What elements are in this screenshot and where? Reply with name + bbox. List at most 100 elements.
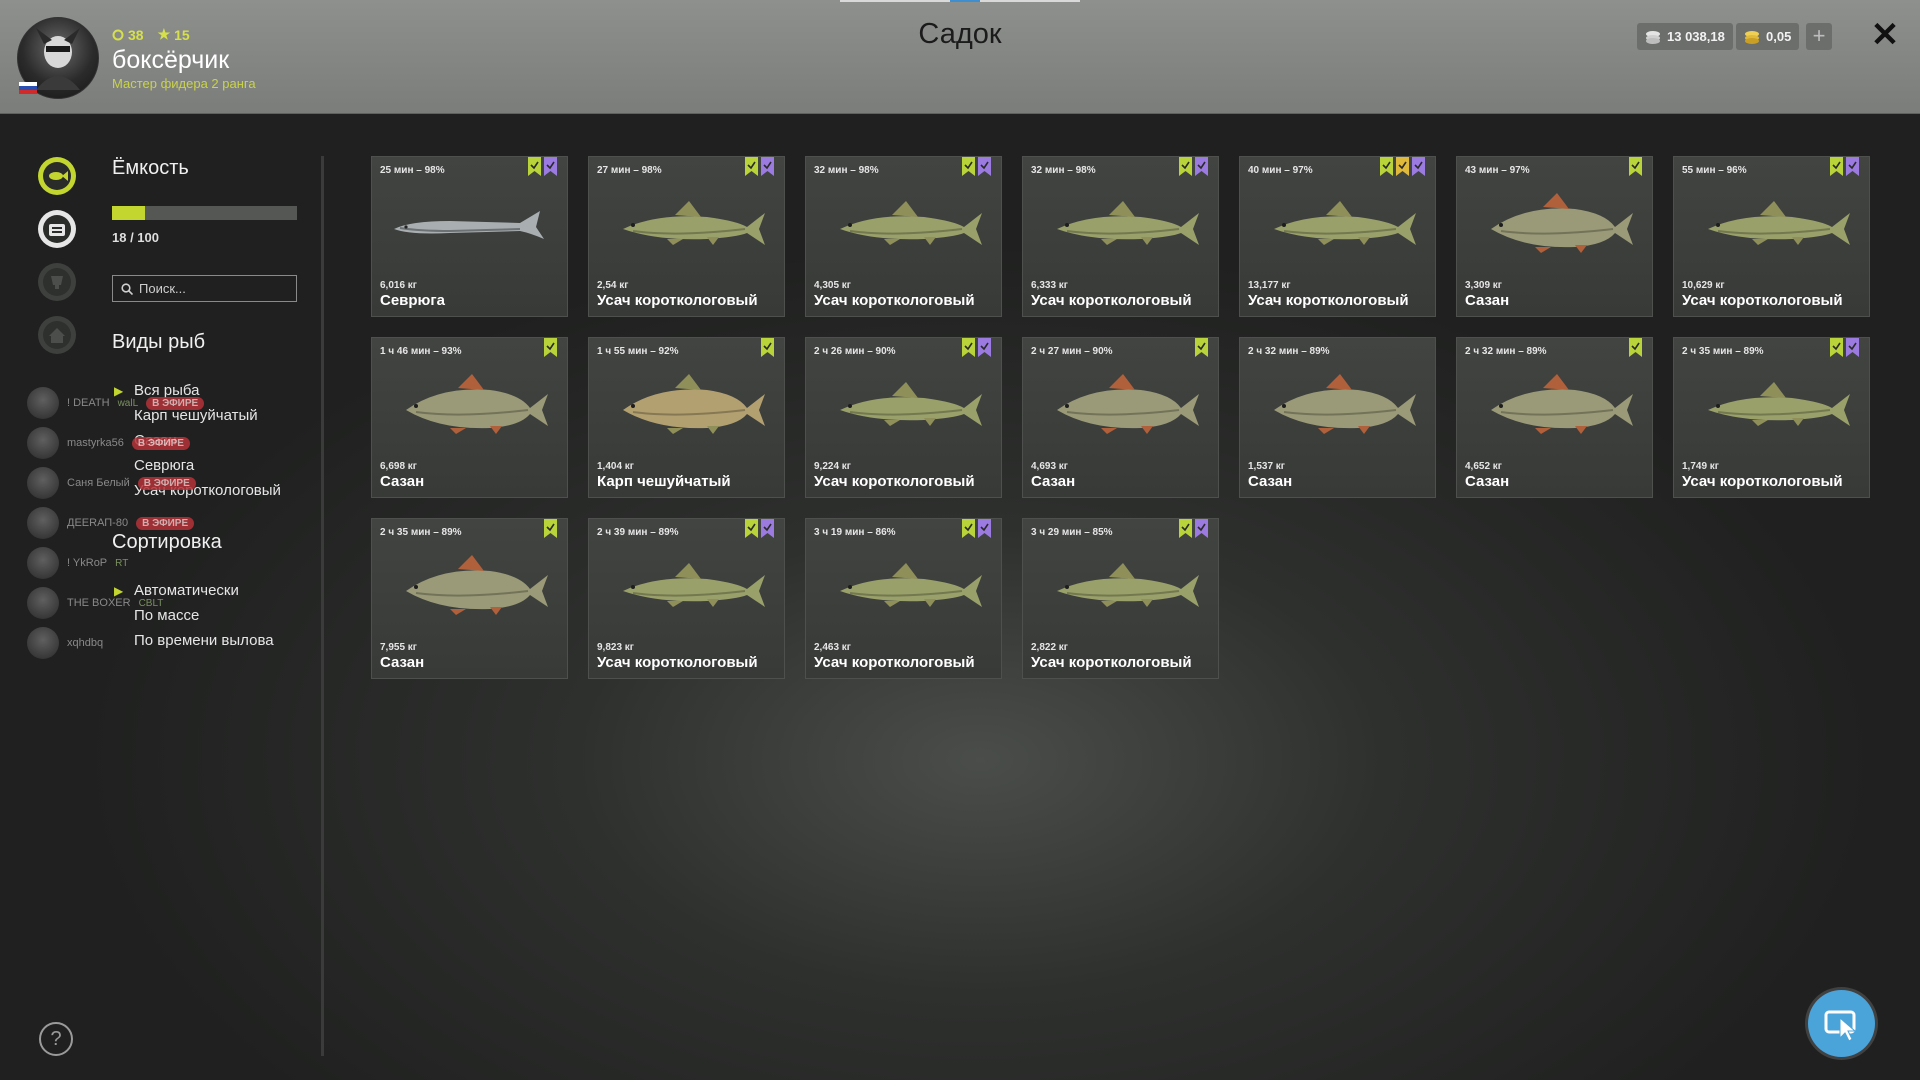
silver-balance: 13 038,18 [1637,23,1733,50]
bookmark-icon [962,519,975,538]
bookmark-icon [761,157,774,176]
help-button[interactable]: ? [39,1022,73,1056]
fish-card[interactable]: 3 ч 19 мин – 86% 2,463 кг Усач коротколого… [805,518,1002,679]
fish-card[interactable]: 2 ч 26 мин – 90% 9,224 кг Усач коротколого… [805,337,1002,498]
bookmark-icon [1629,157,1642,176]
fish-card[interactable]: 2 ч 35 мин – 89% 1,749 кг Усач коротколого… [1673,337,1870,498]
catch-time: 2 ч 32 мин – 89% [1248,346,1330,357]
home-tab[interactable] [38,316,76,354]
fish-card[interactable]: 40 мин – 97% 13,177 кг Усач короткологовый [1239,156,1436,317]
fish-card[interactable]: 32 мин – 98% 6,333 кг Усач короткологовый [1022,156,1219,317]
fish-image [406,555,548,615]
trophy-tab[interactable] [38,263,76,301]
sort-option-catch-time[interactable]: По времени вылова [134,632,274,649]
search-placeholder: Поиск... [139,281,186,296]
gold-coins-icon [1745,30,1759,44]
fish-card[interactable]: 2 ч 32 мин – 89% 4,652 кг Сазан [1456,337,1653,498]
bookmark-icon [1629,338,1642,357]
fish-card[interactable]: 27 мин – 98% 2,54 кг Усач короткологовый [588,156,785,317]
add-currency-button[interactable]: + [1806,23,1832,50]
fish-weight: 4,693 кг [1031,461,1068,472]
fish-weight: 6,333 кг [1031,280,1068,291]
fish-markers [745,157,774,176]
fish-markers [962,519,991,538]
online-friend[interactable]: ! DEATH walL В ЭФИРЕ [27,387,205,419]
fish-name: Усач короткологовый [597,292,758,309]
friend-avatar [27,627,59,659]
fish-markers [1629,338,1642,357]
fish-card[interactable]: 32 мин – 98% 4,305 кг Усач короткологовый [805,156,1002,317]
fish-image [840,382,982,426]
online-friend[interactable]: THE BOXER CBLT [27,587,163,619]
fish-image [1708,201,1850,245]
fish-image [1491,193,1633,253]
friend-avatar [27,547,59,579]
fish-weight: 1,749 кг [1682,461,1719,472]
fish-weight: 2,463 кг [814,642,851,653]
fish-grid: 25 мин – 98% 6,016 кг Севрюга 27 мин – 98% 2… [371,156,1870,679]
online-friend[interactable]: Саня Белый В ЭФИРЕ [27,467,196,499]
fish-image [1491,374,1633,434]
pointer-icon [1824,1010,1857,1042]
fish-card[interactable]: 1 ч 46 мин – 93% 6,698 кг Сазан [371,337,568,498]
fish-card[interactable]: 55 мин – 96% 10,629 кг Усач короткологовый [1673,156,1870,317]
country-flag [19,82,37,94]
fish-markers [1195,338,1208,357]
bookmark-icon [544,519,557,538]
fish-image [406,374,548,434]
catch-time: 1 ч 46 мин – 93% [380,346,462,357]
cursor-mode-button[interactable] [1808,990,1875,1057]
online-friend[interactable]: xqhdbq [27,627,103,659]
online-friend[interactable]: ДЕЕRАП-80 В ЭФИРЕ [27,507,195,539]
fish-card[interactable]: 43 мин – 97% 3,309 кг Сазан [1456,156,1653,317]
catch-time: 25 мин – 98% [380,165,445,176]
fish-card[interactable]: 2 ч 35 мин – 89% 7,955 кг Сазан [371,518,568,679]
bookmark-icon [962,157,975,176]
catch-time: 40 мин – 97% [1248,165,1313,176]
online-friend[interactable]: ! YkRoP RT [27,547,128,579]
tab-indicator [980,0,1080,2]
catch-time: 3 ч 19 мин – 86% [814,527,896,538]
fish-card[interactable]: 3 ч 29 мин – 85% 2,822 кг Усач коротколого… [1022,518,1219,679]
fish-card[interactable]: 2 ч 32 мин – 89% 1,537 кг Сазан [1239,337,1436,498]
fish-weight: 13,177 кг [1248,280,1291,291]
fish-markers [544,519,557,538]
fish-card[interactable]: 2 ч 27 мин – 90% 4,693 кг Сазан [1022,337,1219,498]
bookmark-icon [1179,157,1192,176]
friend-avatar [27,507,59,539]
bookmark-icon [978,157,991,176]
catch-time: 1 ч 55 мин – 92% [597,346,679,357]
bookmark-icon [1412,157,1425,176]
fish-card[interactable]: 2 ч 39 мин – 89% 9,823 кг Усач коротколого… [588,518,785,679]
fish-weight: 10,629 кг [1682,280,1725,291]
catch-time: 55 мин – 96% [1682,165,1747,176]
bookmark-icon [761,338,774,357]
fish-name: Усач короткологовый [597,654,758,671]
fish-markers [1179,157,1208,176]
close-button[interactable]: ✕ [1868,18,1902,52]
keepnet-tab[interactable] [38,157,76,195]
catch-time: 32 мин – 98% [814,165,879,176]
sturgeon-image [394,211,544,239]
catch-time: 2 ч 26 мин – 90% [814,346,896,357]
tab-indicator-active [950,0,980,2]
fish-name: Усач короткологовый [1031,292,1192,309]
fish-image [1274,201,1416,245]
catch-time: 3 ч 29 мин – 85% [1031,527,1113,538]
online-friend[interactable]: mastyrka56 В ЭФИРЕ [27,427,190,459]
search-input[interactable]: Поиск... [112,275,297,302]
bookmark-icon [528,157,541,176]
inventory-tab[interactable] [38,210,76,248]
fish-weight: 6,698 кг [380,461,417,472]
fish-card[interactable]: 25 мин – 98% 6,016 кг Севрюга [371,156,568,317]
catch-time: 2 ч 39 мин – 89% [597,527,679,538]
friend-avatar [27,427,59,459]
capacity-title: Ёмкость [112,157,189,179]
home-icon [43,321,71,349]
fish-name: Усач короткологовый [814,473,975,490]
fish-markers [1830,157,1859,176]
top-bar: 38 ★ 15 боксёрчик Мастер фидера 2 ранга … [0,0,1920,114]
fish-card[interactable]: 1 ч 55 мин – 92% 1,404 кг Карп чешуйчатый [588,337,785,498]
bookmark-icon [1396,157,1409,176]
fish-markers [745,519,774,538]
